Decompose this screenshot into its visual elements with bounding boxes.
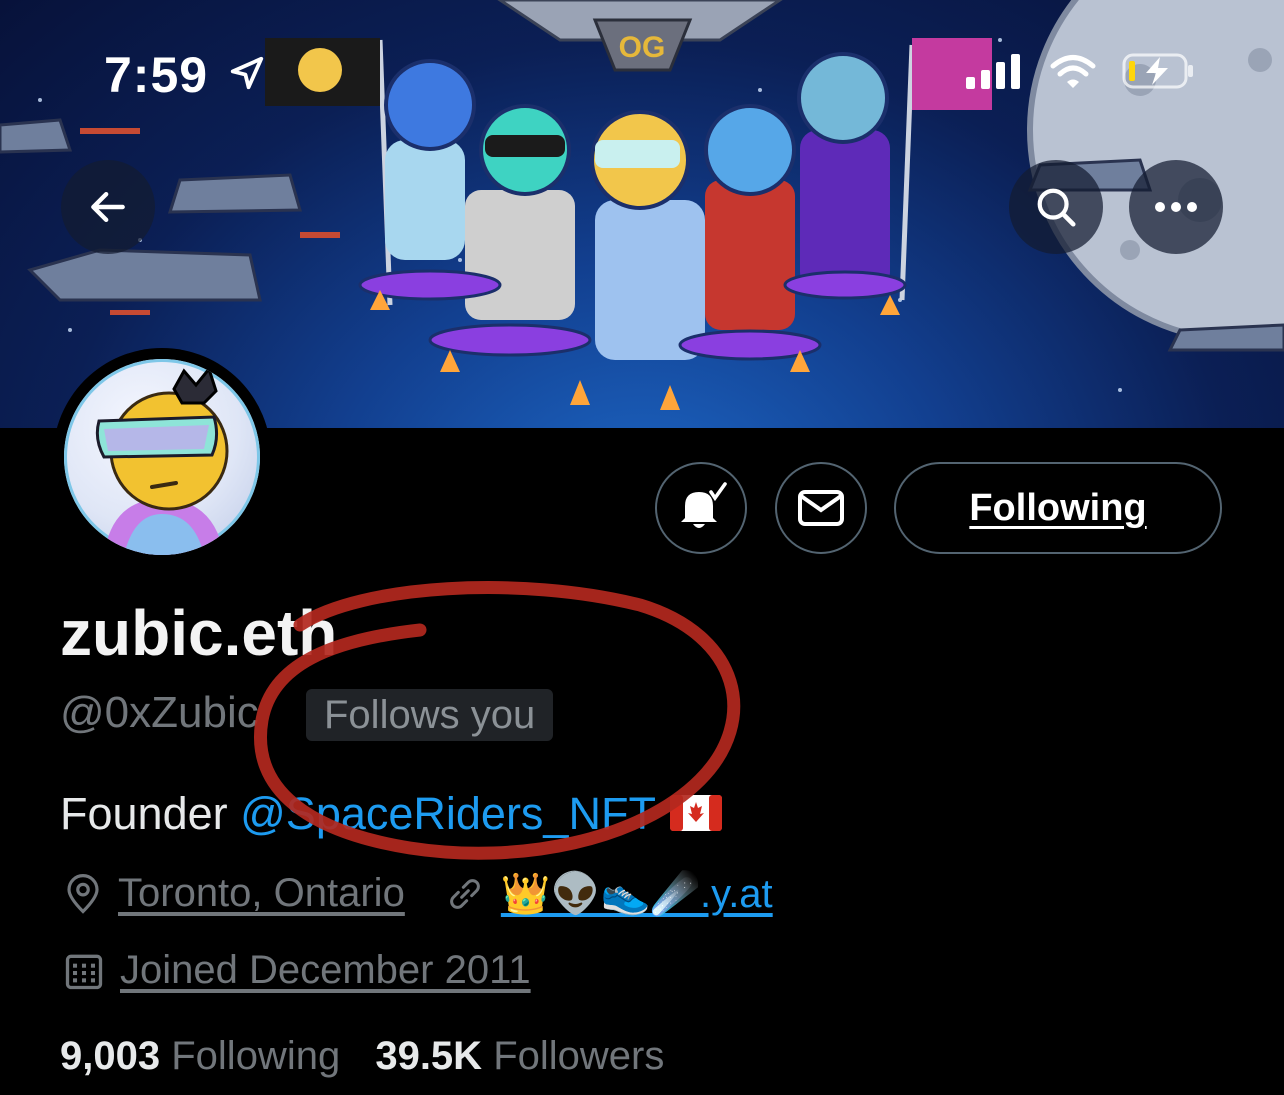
location-text: Toronto, Ontario [118,871,405,915]
following-stat[interactable]: 9,003 Following [60,1034,340,1078]
search-button[interactable] [1009,160,1103,254]
joined-row: Joined December 2011 [62,948,531,993]
followers-stat-label: Followers [493,1034,665,1078]
bio-mention-link[interactable]: @SpaceRiders_NFT [240,788,656,839]
notifications-button[interactable] [655,462,747,554]
following-button[interactable]: Following [894,462,1222,554]
battery-charging-icon [1122,53,1193,89]
followers-stat[interactable]: 39.5K Followers [375,1034,664,1078]
location-website-row: Toronto, Ontario 👑👽👟☄️.y.at [62,870,773,917]
follow-stats: 9,003 Following 39.5K Followers [60,1034,664,1079]
back-button[interactable] [61,160,155,254]
location-arrow-icon [230,56,264,90]
display-name: zubic.eth [60,597,338,669]
status-time: 7:59 [104,47,209,103]
avatar [64,359,260,555]
joined-text: Joined December 2011 [120,948,531,992]
avatar-character-art [95,365,229,555]
more-button[interactable] [1129,160,1223,254]
location-pin-icon [67,873,99,914]
following-count: 9,003 [60,1034,161,1078]
signal-icon [966,54,1020,89]
canada-flag-icon [669,795,722,832]
profile-avatar[interactable] [53,348,271,566]
following-stat-label: Following [171,1034,341,1078]
arrow-left-icon [91,191,125,223]
bio: Founder @SpaceRiders_NFT [60,788,722,840]
status-indicators [964,52,1196,90]
bell-check-icon [681,482,727,528]
wifi-icon [1050,55,1096,88]
more-horizontal-icon [1155,202,1197,212]
follows-you-badge: Follows you [306,689,554,741]
envelope-icon [798,490,844,526]
bio-text: Founder [60,788,241,839]
handle: @0xZubic [60,688,259,737]
og-badge-text: OG [619,31,666,64]
link-icon [450,878,480,909]
search-icon [1037,188,1076,227]
calendar-icon [65,954,103,989]
followers-count: 39.5K [375,1034,483,1078]
website-link[interactable]: 👑👽👟☄️.y.at [501,870,773,917]
message-button[interactable] [775,462,867,554]
